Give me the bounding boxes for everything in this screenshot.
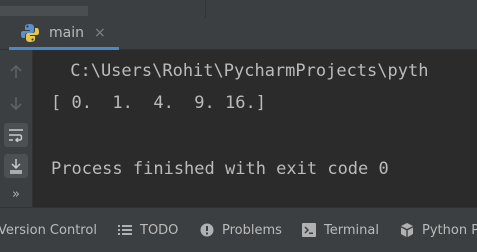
console-line-exit: Process finished with exit code 0 (51, 159, 389, 179)
toolwindow-todo[interactable]: TODO (118, 208, 178, 252)
soft-wrap-icon[interactable] (4, 123, 28, 147)
arrow-down-icon[interactable] (4, 91, 28, 115)
console-output[interactable]: C:\Users\Rohit\PycharmProjects\pyth [ 0.… (33, 50, 477, 207)
terminal-icon (302, 223, 316, 237)
console-line-result: [ 0. 1. 4. 9. 16.] (51, 93, 266, 113)
todo-list-icon (118, 225, 132, 235)
python-icon (21, 23, 39, 42)
more-icon[interactable]: » (4, 182, 28, 206)
python-packages-icon (401, 223, 413, 237)
run-config-strip (0, 6, 88, 16)
toolwindow-label: Terminal (324, 222, 379, 238)
tab-main[interactable]: main × (9, 18, 119, 50)
scroll-to-end-icon[interactable] (4, 154, 28, 178)
toolwindow-label: Python Pa (422, 222, 477, 238)
tool-window-bar: Version Control TODO Problems Terminal P… (0, 207, 477, 252)
toolwindow-label: Version Control (0, 222, 97, 238)
tab-label: main (49, 24, 84, 41)
console-line-path: C:\Users\Rohit\PycharmProjects\pyth (60, 61, 429, 81)
toolwindow-label: Problems (222, 222, 282, 238)
toolwindow-terminal[interactable]: Terminal (302, 208, 379, 252)
toolwindow-version-control[interactable]: Version Control (0, 208, 97, 252)
console-toolbar: » (0, 50, 33, 207)
run-tab-bar: main × (0, 18, 477, 50)
toolwindow-label: TODO (140, 222, 179, 238)
more-label: » (12, 186, 20, 202)
divider (205, 0, 206, 18)
problems-icon (200, 223, 214, 237)
close-icon[interactable]: × (94, 25, 106, 41)
toolwindow-problems[interactable]: Problems (200, 208, 282, 252)
toolwindow-python-packages[interactable]: Python Pa (400, 208, 477, 252)
top-strip (0, 0, 477, 18)
arrow-up-icon[interactable] (4, 60, 28, 84)
